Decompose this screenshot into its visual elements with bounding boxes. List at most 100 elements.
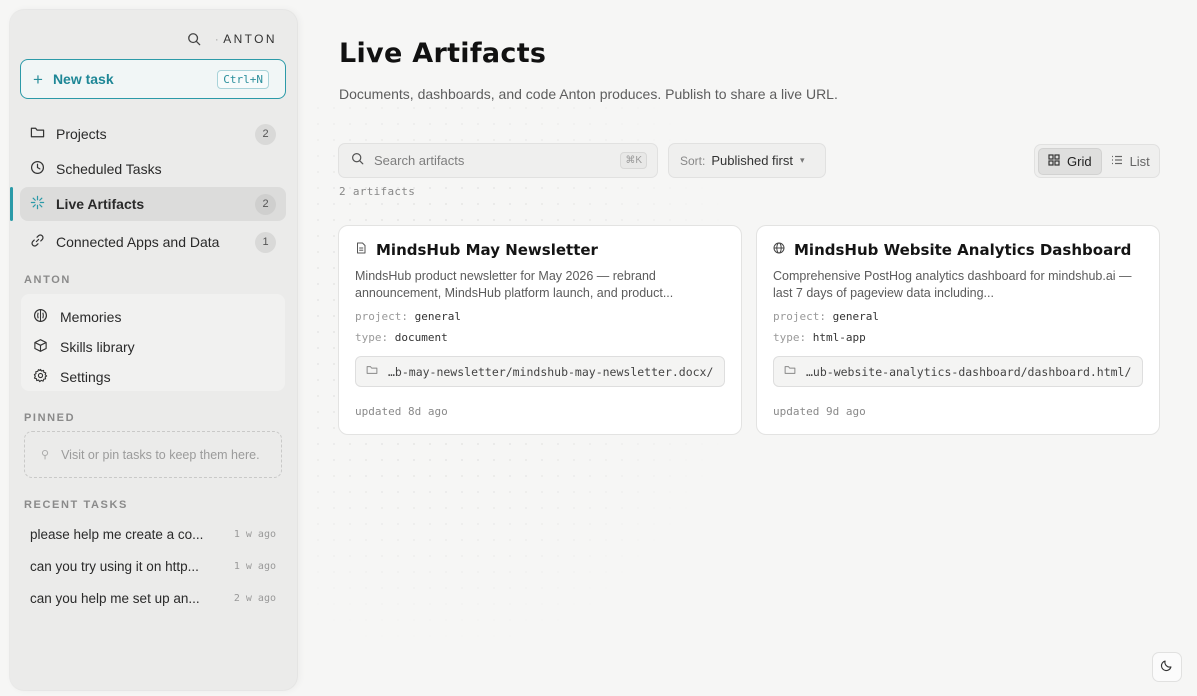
pinned-empty-state: ⚲ Visit or pin tasks to keep them here.	[24, 431, 282, 478]
count-badge: 2	[255, 123, 276, 145]
artifact-project: project: general	[355, 306, 725, 327]
project-key: project:	[773, 310, 826, 323]
gear-icon	[33, 368, 60, 386]
pinned-empty-text: Visit or pin tasks to keep them here.	[61, 447, 260, 462]
view-toggle: Grid List	[1034, 144, 1160, 178]
search-box[interactable]: ⌘K	[338, 143, 658, 178]
recent-task-time: 2 w ago	[233, 592, 276, 604]
sidebar-item-label: Projects	[56, 126, 107, 142]
type-key: type:	[355, 331, 389, 344]
section-heading-anton: ANTON	[24, 274, 71, 286]
search-shortcut: ⌘K	[620, 152, 647, 169]
sparkle-icon	[30, 195, 56, 213]
folder-icon	[366, 364, 388, 379]
sidebar-item-label: Memories	[60, 309, 122, 325]
recent-tasks-list: please help me create a co... 1 w ago ca…	[20, 518, 286, 614]
chevron-down-icon: ▾	[800, 155, 805, 165]
recent-task-title: can you help me set up an...	[30, 590, 200, 606]
artifact-count: 2 artifacts	[339, 185, 416, 198]
type-key: type:	[773, 331, 807, 344]
artifact-path-text: …ub-website-analytics-dashboard/dashboar…	[806, 364, 1132, 379]
brand-name: ANTON	[223, 32, 277, 46]
sidebar-item-live-artifacts[interactable]: Live Artifacts 2	[10, 187, 286, 221]
sidebar-item-projects[interactable]: Projects 2	[20, 117, 286, 151]
artifact-path[interactable]: …ub-website-analytics-dashboard/dashboar…	[773, 356, 1143, 387]
plus-icon: +	[33, 69, 43, 89]
sidebar-item-label: Skills library	[60, 339, 135, 355]
project-key: project:	[355, 310, 408, 323]
sidebar-item-memories[interactable]: Memories	[21, 302, 285, 332]
document-icon	[355, 241, 376, 259]
artifact-path[interactable]: …b-may-newsletter/mindshub-may-newslette…	[355, 356, 725, 387]
sidebar-item-label: Live Artifacts	[56, 196, 145, 212]
recent-task-title: please help me create a co...	[30, 526, 204, 542]
moon-icon	[1160, 658, 1174, 677]
sidebar-item-settings[interactable]: Settings	[21, 362, 285, 392]
new-task-button[interactable]: + New task Ctrl+N	[20, 59, 286, 99]
artifact-card[interactable]: MindsHub May Newsletter MindsHub product…	[338, 225, 742, 435]
sidebar-nav: Projects 2 Scheduled Tasks Live Artifact…	[10, 117, 286, 260]
project-value: general	[832, 310, 879, 323]
grid-view-button[interactable]: Grid	[1038, 147, 1102, 175]
recent-task-title: can you try using it on http...	[30, 558, 199, 574]
artifact-card[interactable]: MindsHub Website Analytics Dashboard Com…	[756, 225, 1160, 435]
artifact-updated: updated 8d ago	[355, 405, 448, 418]
globe-icon	[773, 241, 794, 259]
count-badge: 2	[255, 193, 276, 215]
sidebar: · ANTON + New task Ctrl+N Projects 2 Sche…	[10, 10, 297, 690]
sidebar-item-scheduled-tasks[interactable]: Scheduled Tasks	[20, 152, 286, 186]
section-heading-recent: RECENT TASKS	[24, 499, 128, 511]
pin-icon: ⚲	[41, 449, 50, 461]
grid-icon	[1048, 153, 1067, 169]
project-value: general	[414, 310, 461, 323]
brain-icon	[33, 308, 60, 326]
recent-task-item[interactable]: can you help me set up an... 2 w ago	[20, 582, 286, 614]
artifact-type: type: html-app	[773, 327, 1143, 348]
recent-task-time: 1 w ago	[233, 528, 276, 540]
artifact-description: Comprehensive PostHog analytics dashboar…	[773, 269, 1132, 300]
sort-value: Published first	[711, 153, 793, 168]
search-input[interactable]	[374, 153, 621, 168]
search-icon	[351, 152, 374, 170]
sidebar-item-label: Scheduled Tasks	[56, 161, 162, 177]
list-icon	[1111, 154, 1130, 169]
theme-toggle-button[interactable]	[1152, 652, 1182, 682]
brand-logo: · ANTON	[214, 32, 277, 46]
active-indicator	[10, 187, 13, 221]
type-value: html-app	[812, 331, 866, 344]
list-view-button[interactable]: List	[1102, 148, 1159, 175]
sidebar-item-connected-apps[interactable]: Connected Apps and Data 1	[20, 225, 286, 259]
recent-task-time: 1 w ago	[233, 560, 276, 572]
sidebar-item-skills-library[interactable]: Skills library	[21, 332, 285, 362]
artifact-title: MindsHub May Newsletter	[376, 241, 598, 259]
folder-icon	[30, 125, 56, 143]
recent-task-item[interactable]: can you try using it on http... 1 w ago	[20, 550, 286, 582]
recent-task-item[interactable]: please help me create a co... 1 w ago	[20, 518, 286, 550]
link-icon	[30, 233, 56, 251]
artifact-project: project: general	[773, 306, 1143, 327]
clock-icon	[30, 160, 56, 178]
count-badge: 1	[255, 231, 276, 253]
artifact-description: MindsHub product newsletter for May 2026…	[355, 269, 674, 300]
artifact-type: type: document	[355, 327, 725, 348]
page-title: Live Artifacts	[339, 38, 547, 69]
search-icon[interactable]	[187, 32, 201, 46]
new-task-label: New task	[52, 71, 114, 87]
artifact-title: MindsHub Website Analytics Dashboard	[794, 241, 1132, 259]
page-subtitle: Documents, dashboards, and code Anton pr…	[339, 86, 838, 102]
artifact-updated: updated 9d ago	[773, 405, 866, 418]
folder-icon	[784, 364, 806, 379]
sidebar-item-label: Settings	[60, 369, 111, 385]
artifact-path-text: …b-may-newsletter/mindshub-may-newslette…	[388, 364, 714, 379]
cube-icon	[33, 338, 60, 356]
sidebar-item-label: Connected Apps and Data	[56, 234, 220, 250]
sort-label: Sort:	[680, 153, 706, 168]
anton-menu: Memories Skills library Settings	[21, 294, 285, 391]
new-task-shortcut: Ctrl+N	[217, 69, 269, 89]
section-heading-pinned: PINNED	[24, 412, 76, 424]
sort-dropdown[interactable]: Sort: Published first ▾	[668, 143, 826, 178]
list-view-label: List	[1129, 153, 1150, 169]
sidebar-top: · ANTON	[187, 32, 277, 46]
grid-view-label: Grid	[1067, 153, 1092, 169]
type-value: document	[394, 331, 448, 344]
